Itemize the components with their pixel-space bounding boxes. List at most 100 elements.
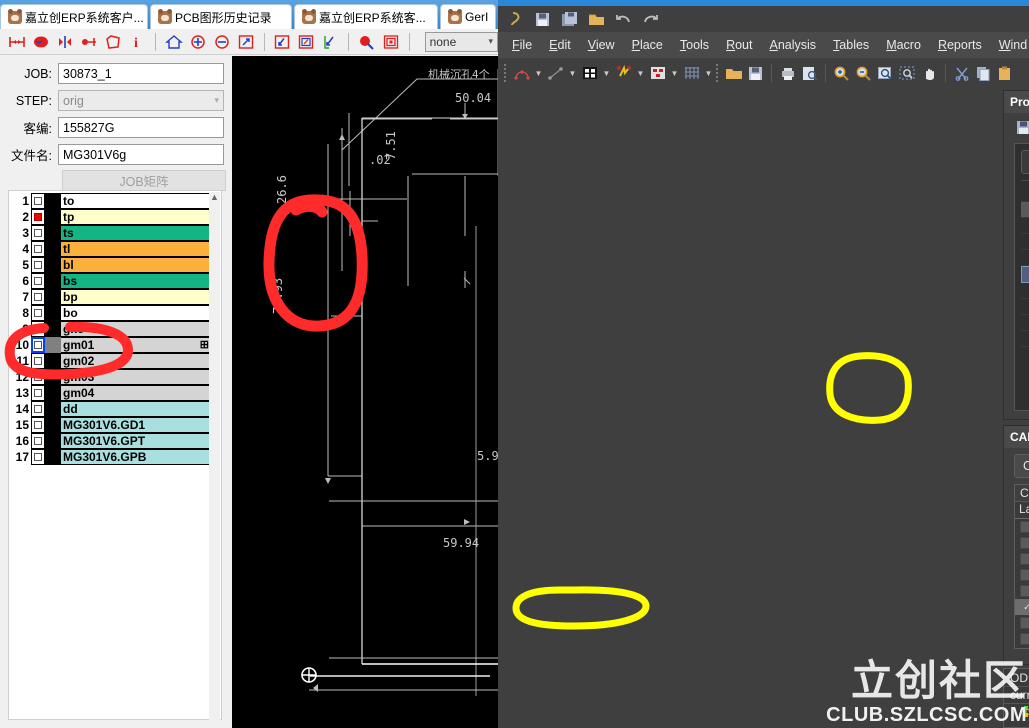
project-tree-item[interactable]: ▸Generated bbox=[1021, 331, 1029, 347]
projects-tree[interactable]: Workspace1.DsnWrk▴MG301V6.PRJPCB▴Source … bbox=[1021, 180, 1029, 347]
layer-row[interactable]: 4 tl bbox=[11, 241, 212, 257]
cam-layer-checkbox[interactable]: ✓ bbox=[1020, 601, 1029, 613]
undo-icon[interactable] bbox=[614, 10, 633, 29]
chevron-down-icon[interactable]: ▼ bbox=[534, 69, 543, 78]
layer-row[interactable]: 8 bo bbox=[11, 305, 212, 321]
menu-bar[interactable]: File Edit View Place Tools Rout Analysis Tables… bbox=[498, 32, 1029, 58]
chevron-down-icon[interactable]: ▼ bbox=[670, 69, 679, 78]
chevron-down-icon[interactable]: ▼ bbox=[568, 69, 577, 78]
layer-visibility-checkbox[interactable] bbox=[31, 385, 45, 401]
layer-row[interactable]: 5 bl bbox=[11, 257, 212, 273]
pan-hand-icon[interactable] bbox=[920, 64, 939, 83]
layer-color-swatch[interactable] bbox=[45, 209, 61, 225]
job-input[interactable]: 30873_1 bbox=[58, 63, 224, 84]
layer-visibility-checkbox[interactable] bbox=[31, 369, 45, 385]
layer-visibility-checkbox[interactable] bbox=[31, 337, 45, 353]
layer-row[interactable]: 11 gm02 bbox=[11, 353, 212, 369]
menu-item-file[interactable]: File bbox=[512, 38, 532, 52]
layer-color-swatch[interactable] bbox=[45, 225, 61, 241]
step-select[interactable]: orig ▾ bbox=[58, 90, 224, 111]
layer-row[interactable]: 10 gm01 ⊞ bbox=[11, 337, 212, 353]
layer-row[interactable]: 7 bp bbox=[11, 289, 212, 305]
chevron-down-icon[interactable]: ▼ bbox=[602, 69, 611, 78]
mirror-icon[interactable] bbox=[56, 32, 74, 52]
query-icon[interactable] bbox=[358, 32, 376, 52]
home-icon[interactable] bbox=[164, 32, 183, 52]
apertures-icon[interactable] bbox=[648, 64, 667, 83]
project-tree-item[interactable]: ▸Settings bbox=[1021, 299, 1029, 315]
project-tree-item[interactable]: ▴MG301V6.PRJPCB bbox=[1021, 202, 1029, 218]
print-icon[interactable] bbox=[778, 64, 797, 83]
layer-visibility-checkbox[interactable] bbox=[31, 289, 45, 305]
browser-tab-0[interactable]: 嘉立创ERP系统客户... bbox=[0, 4, 148, 29]
browser-tab-1[interactable]: PCB图形历史记录 bbox=[150, 4, 292, 29]
odb-step-item[interactable]: cam_work bbox=[1004, 704, 1029, 722]
layer-color-swatch[interactable] bbox=[45, 257, 61, 273]
altium-logo-icon[interactable] bbox=[506, 10, 525, 29]
job-matrix-button[interactable]: JOB矩阵 bbox=[62, 170, 226, 191]
chevron-down-icon[interactable]: ▼ bbox=[636, 69, 645, 78]
cam-layer-row[interactable]: ✓mg301v6.gm1100 bbox=[1015, 599, 1029, 615]
cam-layer-checkbox[interactable] bbox=[1020, 537, 1029, 549]
layer-color-swatch[interactable] bbox=[45, 449, 61, 465]
customer-input[interactable]: 155827G bbox=[58, 117, 224, 138]
cam-layer-checkbox[interactable] bbox=[1020, 569, 1029, 581]
zoom-window-icon[interactable] bbox=[237, 32, 255, 52]
print-preview-icon[interactable] bbox=[800, 64, 819, 83]
layer-row[interactable]: 15 MG301V6.GD1 bbox=[11, 417, 212, 433]
layer-visibility-checkbox[interactable] bbox=[31, 225, 45, 241]
save-icon[interactable] bbox=[746, 64, 765, 83]
menu-item-analysis[interactable]: Analysis bbox=[769, 38, 816, 52]
layer-color-swatch[interactable] bbox=[45, 289, 61, 305]
layer-row[interactable]: 2 tp bbox=[11, 209, 212, 225]
layer-visibility-checkbox[interactable] bbox=[31, 257, 45, 273]
layer-color-swatch[interactable] bbox=[45, 369, 61, 385]
browser-tab-2[interactable]: 嘉立创ERP系统客... bbox=[294, 4, 438, 29]
zoom-out-icon[interactable] bbox=[854, 64, 873, 83]
layer-visibility-checkbox[interactable] bbox=[31, 193, 45, 209]
info-icon[interactable]: i bbox=[128, 32, 146, 52]
layer-visibility-checkbox[interactable] bbox=[31, 273, 45, 289]
cam-mode-select[interactable]: CAM Editor ▼ bbox=[1014, 454, 1029, 478]
menu-item-wind[interactable]: Wind bbox=[999, 38, 1028, 52]
zoom-out-icon[interactable] bbox=[213, 32, 231, 52]
copy-icon[interactable] bbox=[974, 64, 993, 83]
layer-visibility-checkbox[interactable] bbox=[31, 305, 45, 321]
layer-color-swatch[interactable] bbox=[45, 337, 61, 353]
cam-layer-checkbox[interactable] bbox=[1020, 553, 1029, 565]
layer-color-swatch[interactable] bbox=[45, 273, 61, 289]
paste-icon[interactable] bbox=[996, 64, 1015, 83]
layer-visibility-checkbox[interactable] bbox=[31, 417, 45, 433]
layer-row[interactable]: 14 dd bbox=[11, 401, 212, 417]
layer-color-swatch[interactable] bbox=[45, 433, 61, 449]
cam-layer-rows[interactable]: mg301v6.gts50mg301v6.gbs60mg301v6.gbp70m… bbox=[1015, 519, 1029, 648]
box-select-icon[interactable] bbox=[297, 32, 315, 52]
cad-drawing-canvas[interactable]: 机械沉孔4个 50.04 .02 7.51 26.6 74.93 5.9 59.… bbox=[232, 56, 498, 728]
chevron-down-icon[interactable]: ▼ bbox=[704, 69, 713, 78]
cam-layer-row[interactable]: mg301v6.gbo82 bbox=[1015, 567, 1029, 583]
zoom-in-icon[interactable] bbox=[832, 64, 851, 83]
layer-row[interactable]: 16 MG301V6.GPT bbox=[11, 433, 212, 449]
project-tree-item[interactable]: ▸Libraries bbox=[1021, 315, 1029, 331]
layer-color-swatch[interactable] bbox=[45, 241, 61, 257]
scroll-up-arrow[interactable]: ▲ bbox=[209, 192, 220, 202]
menu-item-reports[interactable]: Reports bbox=[938, 38, 982, 52]
layer-color-swatch[interactable] bbox=[45, 353, 61, 369]
zoom-in-icon[interactable] bbox=[189, 32, 207, 52]
save-icon[interactable] bbox=[1014, 118, 1029, 136]
layer-color-swatch[interactable] bbox=[45, 401, 61, 417]
pads-icon[interactable] bbox=[580, 64, 599, 83]
toolbar-grip[interactable] bbox=[716, 64, 719, 82]
cam-layer-row[interactable]: mg301v6.gm13120 bbox=[1015, 631, 1029, 647]
layer-color-swatch[interactable] bbox=[45, 321, 61, 337]
project-tree-item[interactable]: MG301v6.Cam * bbox=[1021, 266, 1029, 283]
fill-shape-icon[interactable] bbox=[32, 32, 50, 52]
project-tree-item[interactable]: ▴Source Documents bbox=[1021, 218, 1029, 234]
cam-layer-row[interactable]: mg301v6.gts50 bbox=[1015, 519, 1029, 535]
zoom-area-icon[interactable] bbox=[898, 64, 917, 83]
pin-icon[interactable] bbox=[80, 32, 98, 52]
menu-item-tools[interactable]: Tools bbox=[680, 38, 709, 52]
cam-layer-row[interactable]: mg301v6.gm190 bbox=[1015, 583, 1029, 599]
browser-tab-3[interactable]: GerI bbox=[440, 4, 496, 29]
polygon-icon[interactable] bbox=[104, 32, 122, 52]
